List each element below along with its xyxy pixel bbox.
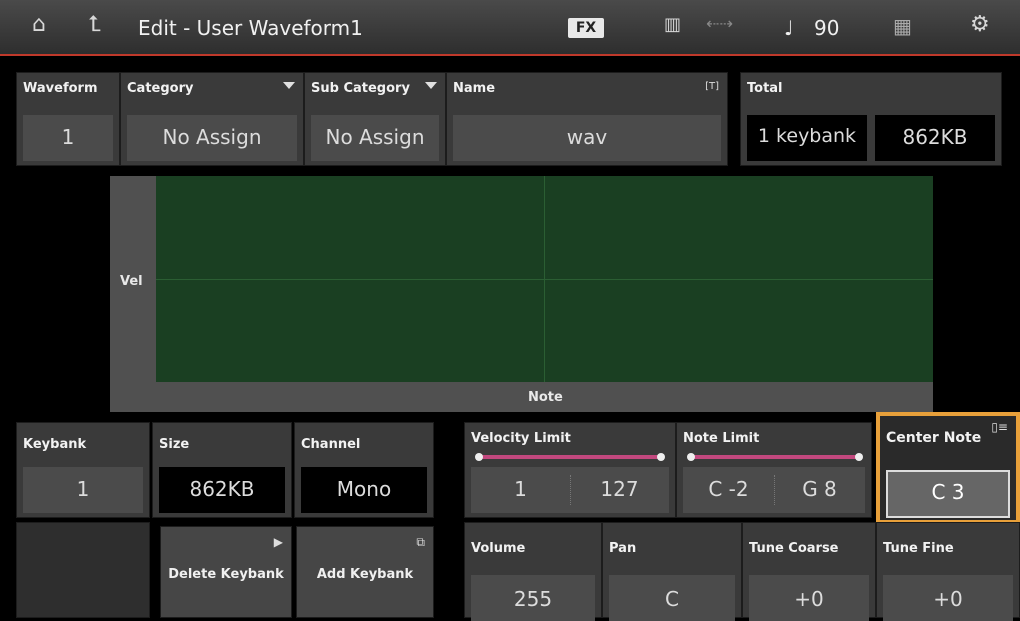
pan-value-box: C	[609, 575, 735, 621]
tune-coarse-cell[interactable]: Tune Coarse +0	[742, 522, 876, 621]
velocity-high-value: 127	[600, 477, 639, 501]
note-limit-cell[interactable]: Note Limit C -2 G 8	[676, 422, 872, 518]
window-icon: ⧉	[416, 535, 425, 549]
name-label: Name	[453, 81, 496, 96]
size-label: Size	[159, 437, 190, 452]
category-value: No Assign	[162, 125, 262, 149]
keybank-value: 1	[76, 477, 90, 501]
knob-assign-icon: ▯≡	[991, 420, 1008, 434]
sub-category-value-box: No Assign	[311, 115, 439, 161]
page-title: Edit - User Waveform1	[138, 16, 363, 40]
channel-cell: Channel Mono	[294, 422, 434, 518]
pan-cell[interactable]: Pan C	[602, 522, 742, 621]
empty-cell	[16, 522, 150, 618]
keyboard-icon: ▥	[664, 14, 682, 35]
sub-category-value: No Assign	[325, 125, 425, 149]
waveform-cell[interactable]: Waveform 1	[16, 72, 120, 166]
note-high-handle[interactable]	[855, 453, 863, 461]
velocity-limit-value-box: 1 127	[471, 467, 669, 513]
pan-label: Pan	[609, 541, 637, 556]
sub-category-label: Sub Category	[311, 81, 410, 96]
velocity-low-value: 1	[514, 477, 527, 501]
tune-coarse-label: Tune Coarse	[749, 541, 839, 556]
name-value-box: wav	[453, 115, 721, 161]
grid-icon[interactable]: ▦	[893, 14, 912, 38]
tune-fine-label: Tune Fine	[883, 541, 954, 556]
play-icon: ▶	[273, 535, 283, 549]
back-icon[interactable]: ⮤	[88, 12, 101, 37]
volume-value: 255	[513, 587, 553, 611]
add-keybank-button[interactable]: ⧉ Add Keybank	[296, 526, 434, 618]
velocity-low-handle[interactable]	[475, 453, 483, 461]
total-size-box: 862KB	[875, 115, 995, 161]
fx-badge[interactable]: FX	[568, 18, 604, 38]
note-limit-label: Note Limit	[683, 431, 760, 446]
tune-fine-value-box: +0	[883, 575, 1013, 621]
sub-category-cell[interactable]: Sub Category No Assign	[304, 72, 446, 166]
tempo-value[interactable]: 90	[814, 16, 839, 40]
note-high-value: G 8	[802, 477, 837, 501]
gear-icon[interactable]: ⚙	[970, 12, 990, 37]
waveform-value-box: 1	[23, 115, 113, 161]
note-range-slider[interactable]	[687, 453, 863, 461]
dropdown-arrow-icon	[283, 82, 295, 89]
velocity-range-slider[interactable]	[475, 453, 665, 461]
size-value-box: 862KB	[159, 467, 285, 513]
volume-cell[interactable]: Volume 255	[464, 522, 602, 621]
tune-fine-value: +0	[933, 587, 963, 611]
name-cell[interactable]: Name [T] wav	[446, 72, 728, 166]
size-cell: Size 862KB	[152, 422, 292, 518]
tune-coarse-value-box: +0	[749, 575, 869, 621]
note-low-handle[interactable]	[687, 453, 695, 461]
text-edit-tag: [T]	[705, 81, 719, 92]
velocity-limit-cell[interactable]: Velocity Limit 1 127	[464, 422, 676, 518]
tune-fine-cell[interactable]: Tune Fine +0	[876, 522, 1020, 621]
title-bar: ⌂ ⮤ Edit - User Waveform1 FX ▥ ⇠⇢ ♩ 90 ▦…	[0, 0, 1020, 56]
keybank-label: Keybank	[23, 437, 87, 452]
home-icon[interactable]: ⌂	[32, 12, 46, 37]
center-note-value: C 3	[931, 480, 965, 504]
total-label: Total	[747, 81, 783, 96]
vel-axis-label: Vel	[120, 274, 143, 289]
name-value: wav	[566, 125, 608, 149]
channel-label: Channel	[301, 437, 361, 452]
pan-value: C	[665, 587, 679, 611]
note-limit-value-box: C -2 G 8	[683, 467, 865, 513]
waveform-value: 1	[61, 125, 75, 149]
velocity-limit-label: Velocity Limit	[471, 431, 571, 446]
add-keybank-label: Add Keybank	[316, 567, 414, 582]
category-value-box: No Assign	[127, 115, 297, 161]
keybank-map-plot[interactable]	[156, 176, 933, 382]
delete-keybank-label: Delete Keybank	[168, 567, 284, 582]
tempo-icon: ♩	[784, 16, 794, 40]
channel-value-box: Mono	[301, 467, 427, 513]
size-value: 862KB	[189, 477, 255, 501]
category-cell[interactable]: Category No Assign	[120, 72, 304, 166]
center-note-label: Center Note	[886, 430, 982, 446]
volume-label: Volume	[471, 541, 526, 556]
total-cell: Total 1 keybank 862KB	[740, 72, 1002, 166]
velocity-high-handle[interactable]	[657, 453, 665, 461]
keybank-cell[interactable]: Keybank 1	[16, 422, 150, 518]
center-note-cell[interactable]: Center Note ▯≡ C 3	[876, 412, 1020, 524]
usb-icon: ⇠⇢	[706, 14, 733, 33]
total-keybanks-box: 1 keybank	[747, 115, 867, 161]
dropdown-arrow-icon	[425, 82, 437, 89]
note-low-value: C -2	[708, 477, 749, 501]
keybank-value-box: 1	[23, 467, 143, 513]
total-keybanks: 1 keybank	[757, 125, 857, 147]
tune-coarse-value: +0	[794, 587, 824, 611]
total-size: 862KB	[902, 125, 968, 149]
category-label: Category	[127, 81, 194, 96]
note-axis-label: Note	[528, 390, 563, 405]
plot-horizontal-gridline	[156, 279, 933, 280]
volume-value-box: 255	[471, 575, 595, 621]
waveform-label: Waveform	[23, 81, 98, 96]
channel-value: Mono	[336, 477, 392, 501]
delete-keybank-button[interactable]: ▶ Delete Keybank	[160, 526, 292, 618]
center-note-value-box[interactable]: C 3	[886, 470, 1010, 518]
